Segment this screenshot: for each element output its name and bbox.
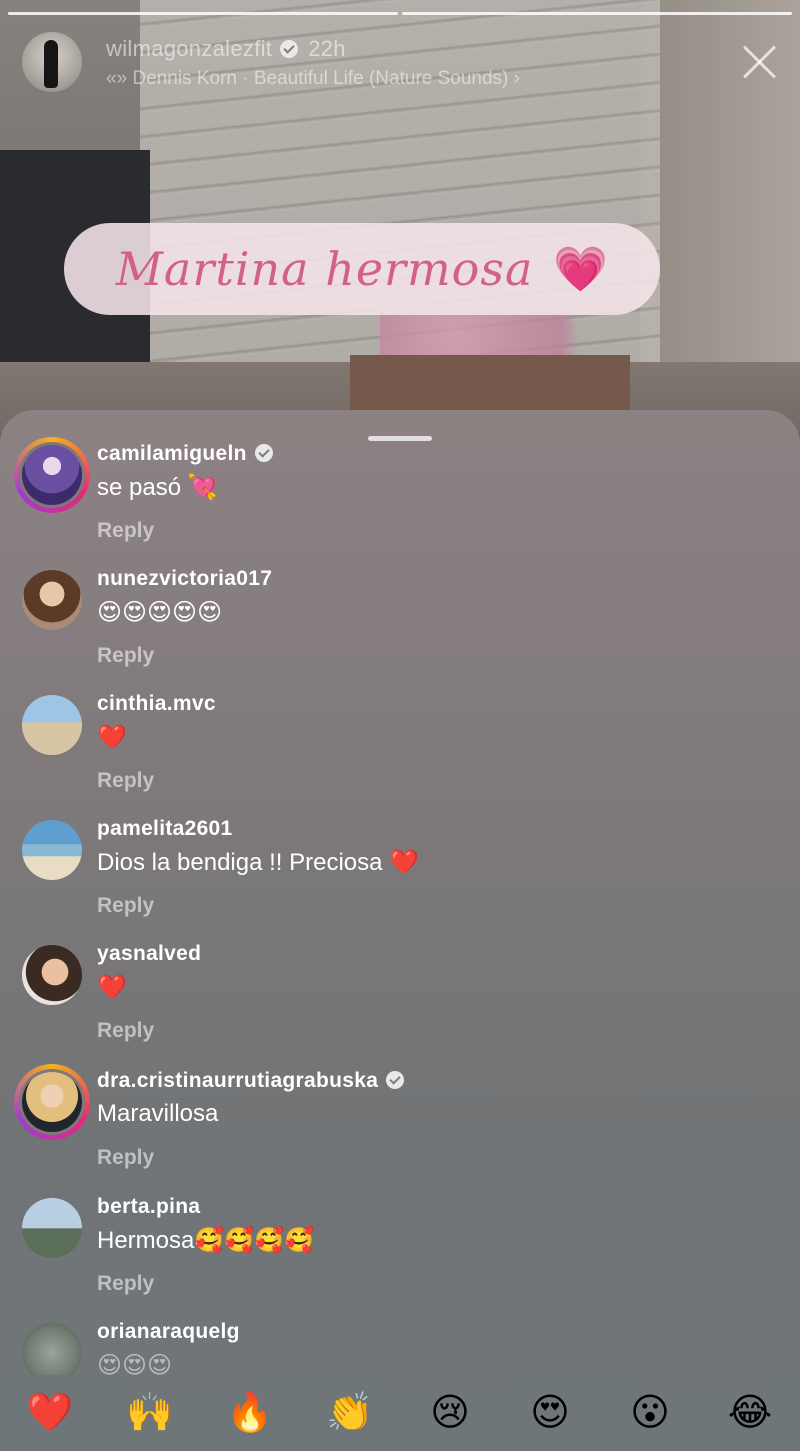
comment-item: berta.pina Hermosa🥰🥰🥰🥰 Reply — [0, 1188, 800, 1308]
reply-button[interactable]: Reply — [97, 1146, 154, 1170]
comment-username[interactable]: camilamigueln — [97, 442, 247, 465]
text-sticker: Martina hermosa 💗 — [64, 223, 660, 315]
avatar[interactable] — [14, 437, 90, 513]
verified-icon — [386, 1071, 405, 1089]
comment-text: 😍😍😍 — [97, 1352, 173, 1375]
comment-item: dra.cristinaurrutiagrabuska Maravillosa … — [0, 1062, 800, 1182]
avatar[interactable] — [22, 945, 82, 1005]
story-username[interactable]: wilmagonzalezfit — [106, 36, 272, 61]
quick-reactions-bar: ❤️ 🙌 🔥 👏 😢 😍 😮 😂 — [0, 1375, 800, 1451]
story-time: 22h — [308, 36, 346, 61]
avatar[interactable] — [22, 695, 82, 755]
comment-text: Dios la bendiga !! Preciosa ❤️ — [97, 849, 420, 876]
reply-button[interactable]: Reply — [97, 1272, 154, 1296]
story-progress-bar — [8, 12, 792, 15]
story-avatar[interactable] — [22, 32, 82, 92]
story-header: wilmagonzalezfit 22h «» Dennis Korn · Bea… — [22, 32, 780, 92]
avatar[interactable] — [22, 820, 82, 880]
comment-text: 😍😍😍😍😍 — [97, 599, 223, 626]
fire-reaction-icon[interactable]: 🔥 — [215, 1394, 285, 1432]
sticker-text: Martina hermosa — [115, 242, 534, 296]
heart-reaction-icon[interactable]: ❤️ — [15, 1394, 85, 1432]
avatar[interactable] — [22, 1198, 82, 1258]
verified-icon — [280, 40, 299, 58]
comment-item: yasnalved ❤️ Reply — [0, 935, 800, 1055]
comment-username[interactable]: orianaraquelg — [97, 1320, 240, 1344]
comment-username[interactable]: dra.cristinaurrutiagrabuska — [97, 1069, 378, 1092]
comment-username[interactable]: pamelita2601 — [97, 817, 233, 841]
comment-username[interactable]: berta.pina — [97, 1195, 200, 1219]
verified-icon — [254, 444, 273, 462]
crying-reaction-icon[interactable]: 😢 — [415, 1394, 485, 1432]
avatar[interactable] — [22, 1323, 82, 1375]
story-username-row[interactable]: wilmagonzalezfit 22h — [106, 36, 346, 62]
story-background: wilmagonzalezfit 22h «» Dennis Korn · Bea… — [0, 0, 800, 460]
close-icon[interactable] — [740, 42, 780, 82]
comment-text: Maravillosa — [97, 1100, 219, 1127]
comment-item: nunezvictoria017 😍😍😍😍😍 Reply — [0, 560, 800, 680]
story-music[interactable]: «» Dennis Korn · Beautiful Life (Nature … — [106, 68, 520, 90]
reply-button[interactable]: Reply — [97, 769, 154, 793]
comment-item: cinthia.mvc ❤️ Reply — [0, 685, 800, 805]
heart-emoji: 💗 — [553, 245, 609, 294]
comment-username[interactable]: yasnalved — [97, 942, 201, 966]
comment-item: pamelita2601 Dios la bendiga !! Preciosa… — [0, 810, 800, 930]
avatar[interactable] — [22, 570, 82, 630]
surprised-reaction-icon[interactable]: 😮 — [615, 1394, 685, 1432]
comments-sheet: camilamigueln se pasó 💘 Reply nunezvicto… — [0, 410, 800, 1451]
comment-item: orianaraquelg 😍😍😍 — [0, 1313, 800, 1375]
clapping-reaction-icon[interactable]: 👏 — [315, 1394, 385, 1432]
comment-item: camilamigueln se pasó 💘 Reply — [0, 435, 800, 555]
avatar[interactable] — [14, 1064, 90, 1140]
comment-username[interactable]: cinthia.mvc — [97, 692, 216, 716]
comment-text: ❤️ — [97, 974, 127, 1001]
comment-text: ❤️ — [97, 724, 127, 751]
raising-hands-reaction-icon[interactable]: 🙌 — [115, 1394, 185, 1432]
reply-button[interactable]: Reply — [97, 644, 154, 668]
reply-button[interactable]: Reply — [97, 519, 154, 543]
comment-text: Hermosa🥰🥰🥰🥰 — [97, 1227, 314, 1254]
reply-button[interactable]: Reply — [97, 1019, 154, 1043]
heart-eyes-reaction-icon[interactable]: 😍 — [515, 1394, 585, 1432]
comments-list[interactable]: camilamigueln se pasó 💘 Reply nunezvicto… — [0, 430, 800, 1375]
comment-text: se pasó 💘 — [97, 474, 218, 501]
comment-username[interactable]: nunezvictoria017 — [97, 567, 272, 591]
laughing-reaction-icon[interactable]: 😂 — [715, 1394, 785, 1432]
reply-button[interactable]: Reply — [97, 894, 154, 918]
